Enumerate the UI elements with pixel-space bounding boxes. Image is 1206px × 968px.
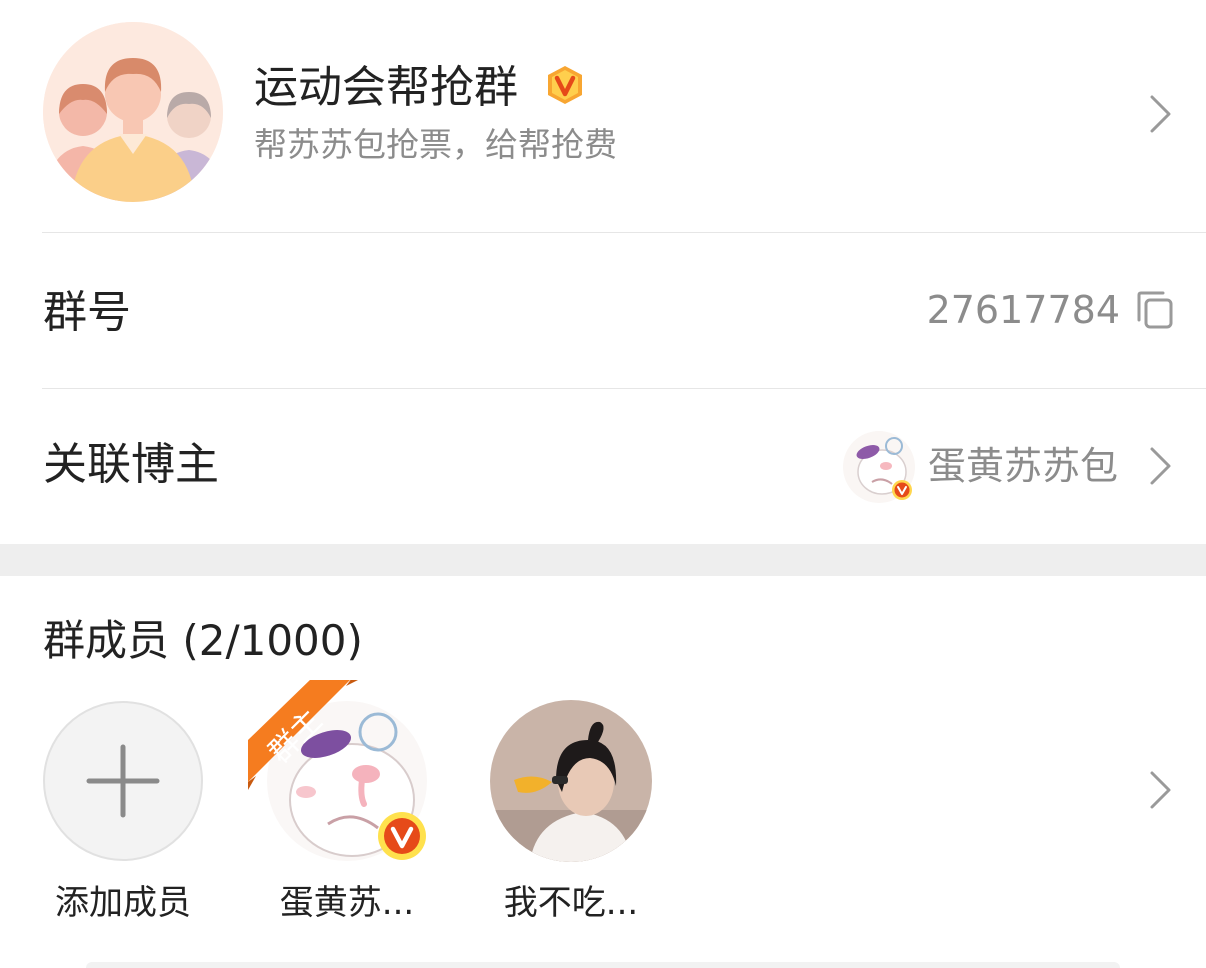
add-member-button[interactable]: 添加成员 — [42, 700, 212, 940]
chevron-right-icon[interactable] — [1148, 770, 1174, 810]
member-name: 我不吃... — [503, 883, 639, 923]
linked-blogger-name: 蛋黄苏苏包 — [927, 444, 1118, 488]
member-item-owner[interactable]: 群主 蛋黄苏... — [248, 680, 436, 940]
group-name: 运动会帮抢群 — [254, 62, 518, 113]
linked-blogger-label: 关联博主 — [43, 439, 219, 490]
group-description: 帮苏苏包抢票，给帮抢费 — [254, 125, 617, 164]
next-section-edge — [86, 962, 1120, 968]
group-number-value: 27617784 — [926, 288, 1120, 332]
group-people-icon — [43, 22, 223, 202]
member-item[interactable]: 我不吃... — [490, 700, 660, 940]
member-avatar — [248, 680, 427, 861]
group-info-page: 运动会帮抢群 帮苏苏包抢票，给帮抢费 群号 27617784 关联博主 蛋黄苏苏… — [0, 0, 1206, 968]
copy-icon[interactable] — [1136, 290, 1174, 330]
group-number-row[interactable]: 群号 27617784 — [0, 233, 1206, 388]
section-separator — [0, 544, 1206, 576]
members-title: 群成员 (2/1000) — [43, 616, 363, 665]
member-name: 添加成员 — [55, 883, 191, 923]
group-avatar — [43, 22, 223, 202]
group-number-label: 群号 — [43, 287, 131, 338]
chevron-right-icon — [1150, 447, 1171, 485]
add-member-icon — [43, 701, 203, 861]
member-name: 蛋黄苏... — [279, 883, 415, 923]
chevron-right-icon — [1150, 95, 1171, 133]
group-header[interactable]: 运动会帮抢群 帮苏苏包抢票，给帮抢费 — [0, 0, 1206, 232]
linked-blogger-row[interactable]: 关联博主 蛋黄苏苏包 — [0, 389, 1206, 544]
blogger-avatar — [843, 431, 915, 503]
vip-v-badge-icon — [548, 66, 582, 104]
member-avatar — [490, 700, 652, 862]
